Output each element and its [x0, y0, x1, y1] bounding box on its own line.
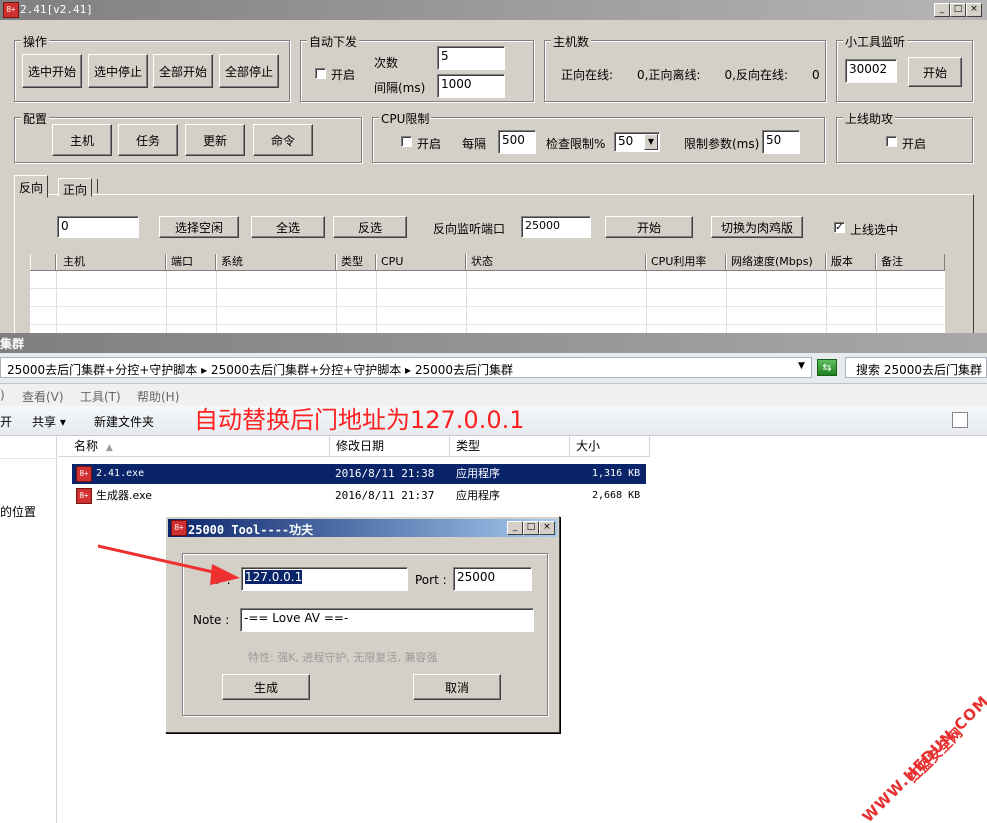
watermark: WWW.HEDUN.COM 红蓝安全网: [830, 690, 987, 823]
watermark-cn: 红蓝安全网: [905, 725, 967, 787]
